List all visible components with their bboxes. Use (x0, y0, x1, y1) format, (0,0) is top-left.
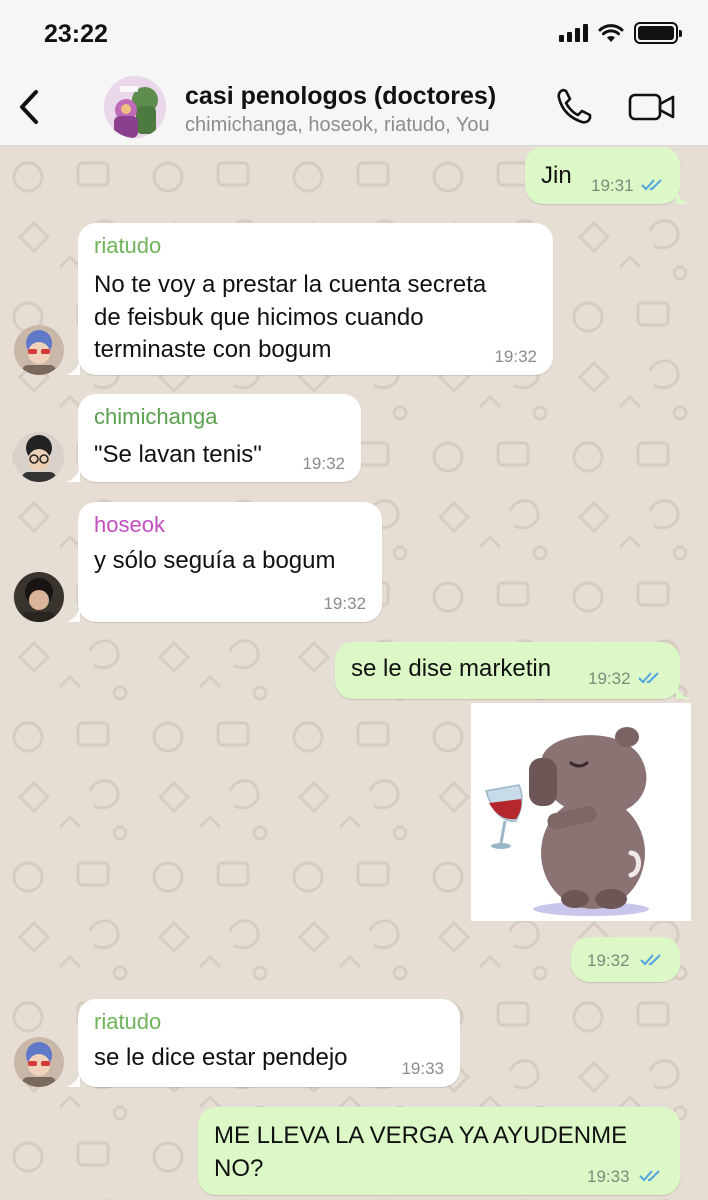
avatar-riatudo[interactable] (14, 1037, 64, 1087)
wifi-icon (598, 24, 624, 42)
back-chevron-icon[interactable] (14, 86, 44, 128)
status-time: 23:22 (44, 20, 108, 48)
message-text: NO? (214, 1155, 264, 1182)
status-icons (559, 22, 682, 44)
sender-name: riatudo (94, 233, 162, 258)
bubble-tail (66, 359, 80, 375)
bubble-tail (676, 188, 690, 204)
group-avatar[interactable] (104, 76, 166, 138)
sender-name: chimichanga (94, 404, 218, 429)
message-time: 19:32 (323, 594, 366, 613)
message-text: Jin (541, 162, 572, 189)
battery-icon (634, 22, 682, 44)
message-time: 19:33 (587, 1167, 630, 1186)
message-text: terminaste con bogum (94, 336, 332, 363)
read-ticks-icon (638, 672, 659, 684)
message-time: 19:32 (587, 951, 630, 970)
message-text: "Se lavan tenis" (94, 441, 262, 468)
bubble-tail (676, 683, 690, 699)
message-in[interactable]: chimichanga "Se lavan tenis" 19:32 (78, 394, 361, 482)
signal-icon (559, 24, 588, 42)
message-time: 19:32 (302, 454, 345, 473)
avatar-riatudo[interactable] (14, 325, 64, 375)
sender-name: hoseok (94, 512, 165, 537)
chat-header: 23:22 casi penologos (doctores) chimicha… (0, 0, 708, 146)
message-out[interactable]: ME LLEVA LA VERGA YA AYUDENME NO? 19:33 (198, 1107, 680, 1195)
bubble-tail (66, 1071, 80, 1087)
group-title[interactable]: casi penologos (doctores) (185, 82, 496, 111)
message-text: de feisbuk que hicimos cuando (94, 304, 424, 331)
bubble-tail (66, 466, 80, 482)
avatar-hoseok[interactable] (14, 572, 64, 622)
avatar-chimichanga[interactable] (14, 432, 64, 482)
read-ticks-icon (639, 1170, 660, 1182)
message-text: se le dice estar pendejo (94, 1044, 348, 1071)
bubble-tail (66, 606, 80, 622)
message-text: ME LLEVA LA VERGA YA AYUDENME (214, 1122, 628, 1149)
read-ticks-icon (641, 179, 662, 191)
chat-area[interactable]: Jin 19:31 riatudo No te voy a prestar la… (0, 147, 708, 1200)
message-time: 19:31 (591, 176, 634, 195)
phone-icon[interactable] (555, 86, 593, 126)
read-ticks-icon (640, 954, 661, 966)
message-text: No te voy a prestar la cuenta secreta (94, 271, 487, 298)
message-text: y sólo seguía a bogum (94, 547, 336, 574)
message-in[interactable]: riatudo se le dice estar pendejo 19:33 (78, 999, 460, 1087)
message-time: 19:33 (401, 1059, 444, 1078)
group-members[interactable]: chimichanga, hoseok, riatudo, You (185, 114, 490, 137)
message-out[interactable]: 19:32 (571, 937, 680, 982)
capybara-wine-sticker[interactable] (471, 703, 691, 921)
message-out[interactable]: Jin 19:31 (525, 147, 680, 204)
message-in[interactable]: hoseok y sólo seguía a bogum 19:32 (78, 502, 382, 622)
message-time: 19:32 (588, 669, 631, 688)
message-out[interactable]: se le dise marketin 19:32 (335, 642, 680, 699)
message-in[interactable]: riatudo No te voy a prestar la cuenta se… (78, 223, 553, 375)
video-call-icon[interactable] (628, 92, 676, 122)
sender-name: riatudo (94, 1009, 162, 1034)
message-text: se le dise marketin (351, 655, 552, 682)
message-time: 19:32 (494, 347, 537, 366)
